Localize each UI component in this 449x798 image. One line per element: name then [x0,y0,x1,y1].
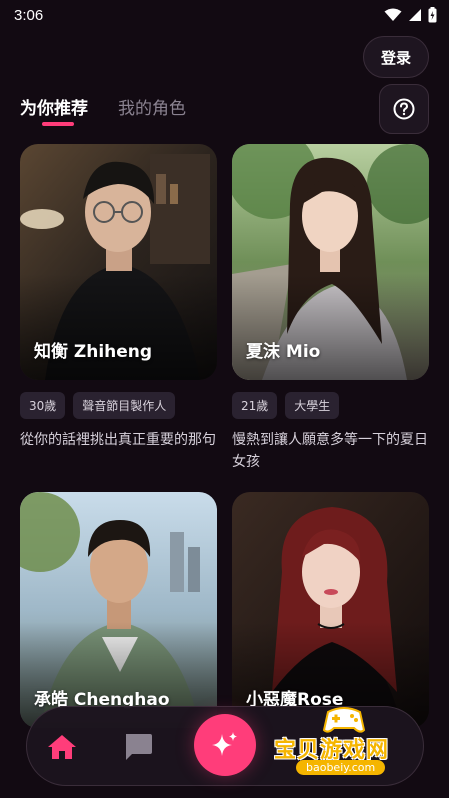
tag-list: 30歲 聲音節目製作人 [20,392,217,419]
gamepad-logo-icon [322,707,366,733]
character-portrait: 承皓 Chenghao [20,492,217,728]
create-character-button[interactable] [194,714,256,776]
character-portrait: 知衡 Zhiheng [20,144,217,380]
character-card[interactable]: 知衡 Zhiheng 30歲 聲音節目製作人 從你的話裡挑出真正重要的那句 [20,144,217,451]
tag-list: 21歲 大學生 [232,392,429,419]
tag-occupation: 聲音節目製作人 [73,392,176,419]
wifi-icon [384,8,402,21]
status-time: 3:06 [14,6,44,24]
home-icon [48,735,76,759]
tab-my-characters[interactable]: 我的角色 [118,94,186,119]
watermark-url: baobeiy.com [296,760,386,775]
tag-age: 21歲 [232,392,278,419]
login-button[interactable]: 登录 [363,36,429,78]
character-card[interactable]: 小惡魔Rose [232,492,429,728]
tag-age: 30歲 [20,392,66,419]
status-icons [384,7,437,23]
watermark: 宝贝游戏网 baobeiy.com [274,702,424,782]
tag-occupation: 大學生 [285,392,340,419]
question-icon [393,98,415,120]
character-portrait: 小惡魔Rose [232,492,429,728]
help-button[interactable] [379,84,429,134]
tab-recommended[interactable]: 为你推荐 [20,94,88,119]
tab-bar: 为你推荐 我的角色 [20,94,186,119]
character-card[interactable]: 承皓 Chenghao [20,492,217,728]
nav-home[interactable] [47,734,77,764]
nav-chat[interactable] [123,733,153,765]
tab-indicator [42,122,74,126]
character-card[interactable]: 夏沫 Mio 21歲 大學生 慢熱到讓人願意多等一下的夏日女孩 [232,144,429,473]
status-bar: 3:06 [0,0,449,30]
character-description: 慢熱到讓人願意多等一下的夏日女孩 [232,432,428,470]
character-description: 從你的話裡挑出真正重要的那句 [20,432,216,448]
character-portrait: 夏沫 Mio [232,144,429,380]
signal-icon [409,9,421,21]
chat-icon [126,734,152,760]
sparkle-icon [212,732,237,756]
character-name: 知衡 Zhiheng [34,342,153,362]
character-name: 夏沫 Mio [246,342,321,362]
login-button-label: 登录 [380,48,411,67]
battery-icon [428,7,437,23]
